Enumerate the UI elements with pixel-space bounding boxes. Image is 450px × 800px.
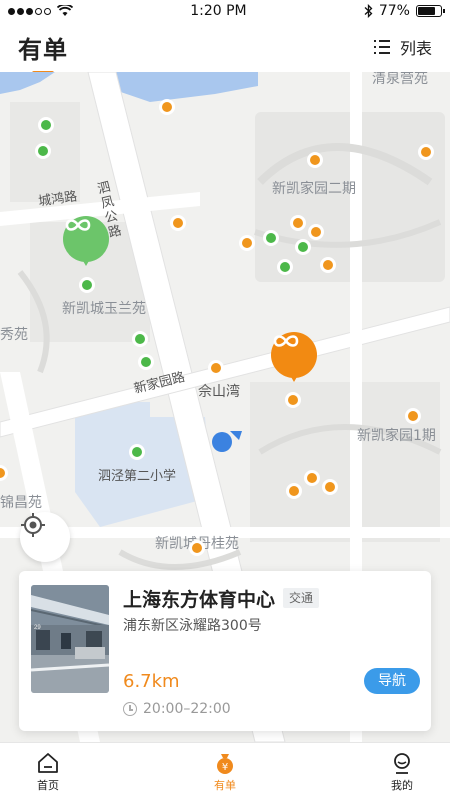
svg-text:¥: ¥: [222, 762, 228, 773]
list-view-button[interactable]: 列表: [373, 35, 432, 59]
svg-text:29: 29: [34, 625, 41, 631]
person-icon: [394, 752, 410, 774]
poi-marker-green[interactable]: [38, 117, 54, 133]
poi-marker-orange[interactable]: [304, 470, 320, 486]
poi-marker-orange[interactable]: [208, 360, 224, 376]
tab-home[interactable]: 首页: [18, 743, 78, 800]
header: 有单 列表: [0, 22, 450, 75]
poi-marker-green[interactable]: [35, 143, 51, 159]
money-bag-icon: ¥: [217, 753, 233, 774]
venue-card[interactable]: 29 上海东方体育中心 交通 浦东新区泳耀路300号 6.7km 导航 20:0…: [19, 571, 431, 731]
home-icon: [38, 752, 58, 773]
wifi-icon: [57, 5, 73, 16]
status-bar: 1:20 PM 77%: [0, 0, 450, 22]
crosshair-icon: [21, 513, 45, 537]
list-view-label: 列表: [399, 39, 432, 58]
map-label-xinkai1: 新凯家园1期: [357, 428, 436, 444]
poi-marker-green[interactable]: [263, 230, 279, 246]
venue-hours-text: 20:00–22:00: [143, 701, 231, 717]
user-location-dot: [212, 432, 232, 452]
poi-marker-orange[interactable]: [322, 479, 338, 495]
poi-marker-orange[interactable]: [286, 483, 302, 499]
tab-profile[interactable]: 我的: [372, 743, 432, 800]
venue-hours: 20:00–22:00: [123, 701, 231, 717]
map-label-jinchang: 锦昌苑: [0, 495, 42, 511]
poi-marker-orange[interactable]: [285, 392, 301, 408]
venue-address: 浦东新区泳耀路300号: [123, 618, 262, 634]
infinity-icon: [65, 219, 91, 231]
poi-marker-orange[interactable]: [405, 408, 421, 424]
bottom-tab-bar: 首页 ¥ 有单 我的: [0, 742, 450, 800]
tab-orders[interactable]: ¥ 有单: [195, 743, 255, 800]
map-label-sheshan: 佘山湾: [198, 384, 240, 400]
poi-marker-orange[interactable]: [290, 215, 306, 231]
poi-marker-orange[interactable]: [159, 99, 175, 115]
poi-marker-orange[interactable]: [170, 215, 186, 231]
poi-marker-orange[interactable]: [239, 235, 255, 251]
poi-marker-orange[interactable]: [189, 540, 205, 556]
venue-distance: 6.7km: [123, 671, 180, 692]
poi-marker-orange[interactable]: [418, 144, 434, 160]
status-left: [8, 5, 73, 17]
tab-home-label: 首页: [37, 778, 59, 792]
page-title-text: 有单: [18, 35, 68, 64]
page-title: 有单: [18, 30, 68, 75]
signal-icon: [8, 7, 51, 15]
clock-icon: [123, 702, 137, 716]
venue-title: 上海东方体育中心: [123, 589, 276, 611]
poi-marker-green[interactable]: [295, 239, 311, 255]
category-tag: 交通: [283, 588, 320, 608]
bluetooth-icon: [364, 4, 373, 18]
venue-photo: 29: [31, 585, 109, 693]
tab-profile-label: 我的: [391, 778, 413, 792]
map-label-qingquan: 清泉营苑: [372, 72, 428, 87]
heading-arrow-icon: [230, 431, 242, 440]
list-icon: [373, 40, 390, 54]
poi-marker-orange[interactable]: [307, 152, 323, 168]
poi-marker-green[interactable]: [132, 331, 148, 347]
poi-marker-orange[interactable]: [308, 224, 324, 240]
poi-marker-orange[interactable]: [320, 257, 336, 273]
poi-marker-green[interactable]: [277, 259, 293, 275]
locate-me-button[interactable]: [20, 512, 70, 562]
cluster-pin-green[interactable]: [62, 216, 110, 272]
infinity-icon: [273, 335, 299, 347]
selected-pin-orange[interactable]: [270, 332, 318, 388]
map-label-xiuyuan: 秀苑: [0, 327, 28, 343]
poi-marker-green[interactable]: [79, 277, 95, 293]
navigate-button[interactable]: 导航: [364, 668, 420, 694]
status-right: 77%: [364, 3, 445, 19]
status-time: 1:20 PM: [190, 3, 247, 19]
map-label-xinkai2: 新凯家园二期: [272, 181, 356, 197]
poi-marker-green[interactable]: [129, 444, 145, 460]
map-label-yulan: 新凯城玉兰苑: [62, 301, 146, 317]
battery-icon: [415, 5, 445, 17]
poi-marker-green[interactable]: [138, 354, 154, 370]
map-label-school: 泗泾第二小学: [98, 469, 177, 484]
battery-percent: 77%: [378, 3, 410, 19]
tab-orders-label: 有单: [214, 778, 236, 792]
